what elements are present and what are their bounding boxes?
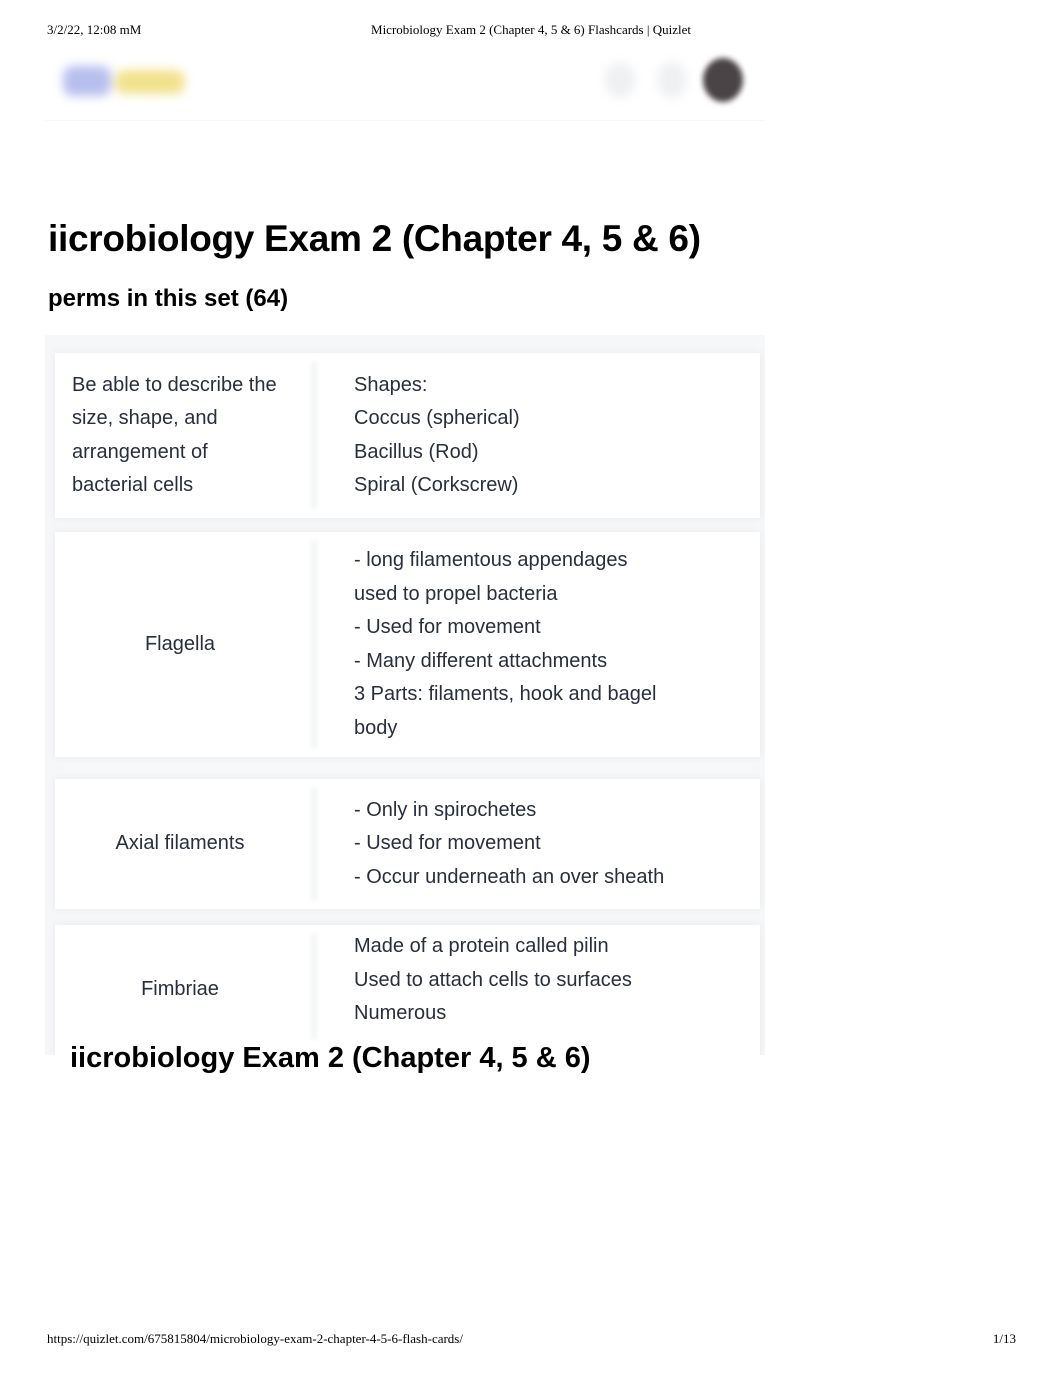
definition-line: Bacillus (Rod) [354,440,479,463]
card-divider [311,933,317,1040]
definition-line: used to propel bacteria [354,582,558,605]
card-term: Fimbriae [141,978,219,1001]
card-definition: Made of a protein called pilin Used to a… [354,925,740,1055]
definition-line: Shapes: [354,373,428,396]
definition-line: - Only in spirochetes [354,798,537,821]
definition-line: Used to attach cells to surfaces [354,968,632,991]
definition-line: - Occur underneath an over sheath [354,865,665,888]
card-definition: Shapes: Coccus (spherical) Bacillus (Rod… [354,353,740,518]
definition-line: - long filamentous appendages [354,549,628,571]
definition-line: body [354,716,398,739]
notifications-icon[interactable] [657,62,687,98]
card-term: Be able to describe the size, shape, and… [72,373,277,497]
card-divider [311,540,317,749]
term-card: Fimbriae Made of a protein called pilin … [55,925,760,1055]
card-definition: - Only in spirochetes - Used for movemen… [354,779,740,909]
definition-line: - Used for movement [354,832,541,855]
print-page-title: Microbiology Exam 2 (Chapter 4, 5 & 6) F… [371,22,691,37]
definition-line: - Many different attachments [354,649,608,672]
set-title-repeat: iicrobiology Exam 2 (Chapter 4, 5 & 6) [70,1042,591,1074]
term-card: Be able to describe the size, shape, and… [55,353,760,518]
term-card: Flagella - long filamentous appendages u… [55,532,760,757]
avatar[interactable] [703,58,743,102]
definition-line: 3 Parts: filaments, hook and bagel [354,683,657,705]
set-title: iicrobiology Exam 2 (Chapter 4, 5 & 6) [48,218,701,259]
definition-line: Made of a protein called pilin [354,935,609,957]
term-card: Axial filaments - Only in spirochetes - … [55,779,760,909]
search-icon[interactable] [605,62,635,98]
card-definition: - long filamentous appendages used to pr… [354,532,740,757]
card-divider [311,361,317,510]
top-navigation-bar [45,50,765,121]
terms-count-heading: perms in this set (64) [48,285,289,312]
quizlet-plus-logo[interactable] [59,64,189,98]
definition-line: - Used for movement [354,616,541,638]
terms-list: Be able to describe the size, shape, and… [45,335,765,1055]
card-divider [311,787,317,901]
card-term: Flagella [144,632,216,655]
print-url: https://quizlet.com/675815804/microbiolo… [47,1331,463,1346]
logo-mark [63,66,111,96]
card-term: Axial filaments [115,832,245,855]
print-page-number: 1/13 [992,1331,1016,1346]
definition-line: Spiral (Corkscrew) [354,474,519,496]
logo-plus-badge [115,70,185,94]
definition-line: Coccus (spherical) [354,407,520,429]
definition-line: Numerous [354,1002,447,1024]
